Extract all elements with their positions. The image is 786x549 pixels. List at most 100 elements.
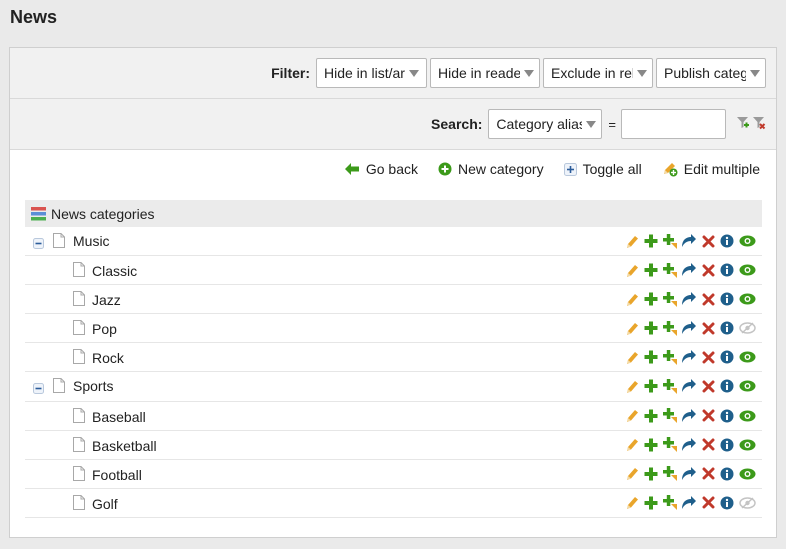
move-icon[interactable] <box>681 262 697 278</box>
published-eye-icon[interactable] <box>738 349 756 365</box>
add-child-icon[interactable] <box>662 320 678 336</box>
move-icon[interactable] <box>681 378 697 394</box>
edit-icon[interactable] <box>624 262 640 278</box>
toggle-all-button[interactable]: Toggle all <box>563 161 642 177</box>
move-icon[interactable] <box>681 437 697 453</box>
tree-header: News categories <box>25 200 762 227</box>
info-icon[interactable] <box>719 378 735 394</box>
collapse-icon[interactable] <box>33 236 44 252</box>
published-eye-icon[interactable] <box>738 378 756 394</box>
info-icon[interactable] <box>719 349 735 365</box>
apply-filter-icon[interactable] <box>736 115 750 134</box>
add-icon[interactable] <box>643 408 659 424</box>
add-child-icon[interactable] <box>662 466 678 482</box>
info-icon[interactable] <box>719 466 735 482</box>
filter-select-exclude-in-related[interactable]: Exclude in rel <box>543 58 653 88</box>
edit-icon[interactable] <box>624 437 640 453</box>
add-icon[interactable] <box>643 291 659 307</box>
delete-icon[interactable] <box>700 378 716 394</box>
move-icon[interactable] <box>681 466 697 482</box>
row-actions <box>624 408 756 424</box>
move-icon[interactable] <box>681 291 697 307</box>
tree-row-label: Football <box>92 466 142 483</box>
edit-icon[interactable] <box>624 233 640 249</box>
published-eye-icon[interactable] <box>738 466 756 482</box>
delete-icon[interactable] <box>700 466 716 482</box>
add-child-icon[interactable] <box>662 291 678 307</box>
delete-icon[interactable] <box>700 320 716 336</box>
edit-multiple-button[interactable]: Edit multiple <box>662 161 760 177</box>
go-back-button[interactable]: Go back <box>344 161 418 177</box>
search-input[interactable] <box>621 109 726 139</box>
move-icon[interactable] <box>681 233 697 249</box>
arrow-left-icon <box>344 163 359 175</box>
new-category-button[interactable]: New category <box>438 161 544 177</box>
move-icon[interactable] <box>681 320 697 336</box>
search-bar: Search: Category alias = <box>10 99 776 150</box>
chevron-down-icon <box>524 69 534 77</box>
add-icon[interactable] <box>643 320 659 336</box>
info-icon[interactable] <box>719 262 735 278</box>
delete-icon[interactable] <box>700 437 716 453</box>
add-icon[interactable] <box>643 262 659 278</box>
edit-icon[interactable] <box>624 495 640 511</box>
add-icon[interactable] <box>643 349 659 365</box>
add-icon[interactable] <box>643 437 659 453</box>
edit-icon[interactable] <box>624 349 640 365</box>
delete-icon[interactable] <box>700 349 716 365</box>
add-icon[interactable] <box>643 495 659 511</box>
tree-row-label: Pop <box>92 321 117 338</box>
published-eye-icon[interactable] <box>738 408 756 424</box>
reset-filter-icon[interactable] <box>752 115 766 134</box>
delete-icon[interactable] <box>700 495 716 511</box>
info-icon[interactable] <box>719 408 735 424</box>
filter-select-value: Hide in list/ar <box>324 65 405 81</box>
add-child-icon[interactable] <box>662 495 678 511</box>
add-child-icon[interactable] <box>662 262 678 278</box>
filter-select-hide-in-list[interactable]: Hide in list/ar <box>316 58 427 88</box>
published-eye-icon[interactable] <box>738 262 756 278</box>
tree-row-label: Golf <box>92 495 118 512</box>
published-eye-icon[interactable] <box>738 437 756 453</box>
edit-icon[interactable] <box>624 466 640 482</box>
add-child-icon[interactable] <box>662 437 678 453</box>
search-field-select[interactable]: Category alias <box>488 109 603 139</box>
edit-icon[interactable] <box>624 408 640 424</box>
unpublished-eye-icon[interactable] <box>738 495 756 511</box>
delete-icon[interactable] <box>700 233 716 249</box>
chevron-down-icon <box>637 69 647 77</box>
move-icon[interactable] <box>681 495 697 511</box>
tree-row: Classic <box>25 256 762 286</box>
add-icon[interactable] <box>643 233 659 249</box>
tree-row: Pop <box>25 314 762 344</box>
filter-select-hide-in-reader[interactable]: Hide in reade <box>430 58 540 88</box>
edit-icon[interactable] <box>624 378 640 394</box>
move-icon[interactable] <box>681 349 697 365</box>
filter-select-publish-category[interactable]: Publish categ <box>656 58 766 88</box>
collapse-icon[interactable] <box>33 381 44 397</box>
row-actions <box>624 262 756 278</box>
add-child-icon[interactable] <box>662 233 678 249</box>
add-icon[interactable] <box>643 378 659 394</box>
delete-icon[interactable] <box>700 291 716 307</box>
row-actions <box>624 291 756 307</box>
move-icon[interactable] <box>681 408 697 424</box>
add-child-icon[interactable] <box>662 408 678 424</box>
info-icon[interactable] <box>719 291 735 307</box>
info-icon[interactable] <box>719 320 735 336</box>
info-icon[interactable] <box>719 437 735 453</box>
add-child-icon[interactable] <box>662 349 678 365</box>
published-eye-icon[interactable] <box>738 291 756 307</box>
delete-icon[interactable] <box>700 262 716 278</box>
tree-row: Sports <box>25 372 762 402</box>
delete-icon[interactable] <box>700 408 716 424</box>
info-icon[interactable] <box>719 495 735 511</box>
edit-icon[interactable] <box>624 291 640 307</box>
info-icon[interactable] <box>719 233 735 249</box>
add-icon[interactable] <box>643 466 659 482</box>
unpublished-eye-icon[interactable] <box>738 320 756 336</box>
tree-row: Golf <box>25 489 762 518</box>
add-child-icon[interactable] <box>662 378 678 394</box>
published-eye-icon[interactable] <box>738 233 756 249</box>
edit-icon[interactable] <box>624 320 640 336</box>
